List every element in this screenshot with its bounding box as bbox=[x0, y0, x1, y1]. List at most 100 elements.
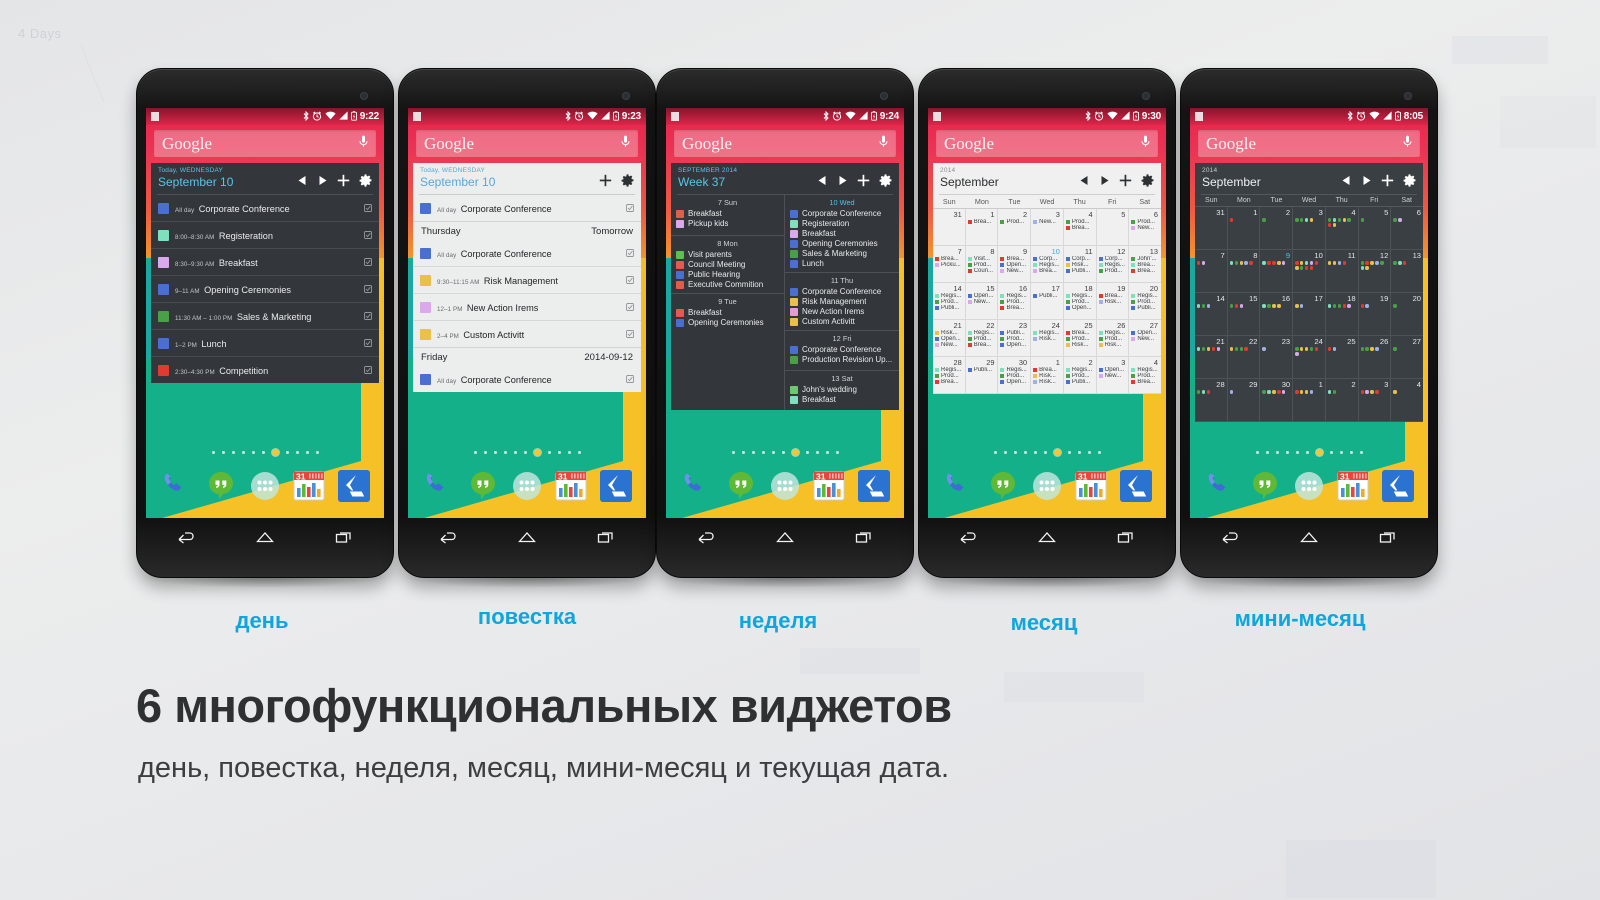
month-day-cell[interactable]: 30 Regis... Prod... Open... bbox=[998, 357, 1032, 394]
back-icon[interactable] bbox=[438, 530, 458, 549]
back-icon[interactable] bbox=[958, 530, 978, 549]
month-event[interactable]: New... bbox=[1033, 219, 1062, 225]
page-indicator-dot[interactable] bbox=[1097, 451, 1101, 454]
mini-day-cell[interactable]: 28 bbox=[1195, 379, 1228, 422]
google-search-widget[interactable]: Google bbox=[674, 130, 896, 157]
month-day-cell[interactable]: 13 John'... Brea... Brea... bbox=[1129, 246, 1161, 282]
dock-phone-icon[interactable] bbox=[679, 469, 713, 503]
dock-calendar-icon[interactable]: 31 bbox=[812, 469, 846, 503]
month-event[interactable]: Publi... bbox=[1065, 268, 1095, 274]
month-day-cell[interactable]: 19 Brea... Risk... bbox=[1097, 283, 1130, 320]
mini-day-cell[interactable]: 8 bbox=[1228, 250, 1261, 293]
page-indicator-dot[interactable] bbox=[1053, 449, 1061, 456]
week-day-cell[interactable]: 12 Fri Corporate Conference Production R… bbox=[785, 330, 899, 370]
page-indicator-dot[interactable] bbox=[261, 451, 265, 454]
month-event[interactable]: Open... bbox=[1065, 305, 1095, 311]
phone-screen[interactable]: 9:22 Google Today, WEDNESDAY September 1… bbox=[146, 108, 384, 518]
dock-scanner-icon[interactable] bbox=[1381, 469, 1415, 503]
dock-phone-icon[interactable] bbox=[421, 469, 455, 503]
page-indicator-dot[interactable] bbox=[805, 451, 809, 454]
page-indicator-dot[interactable] bbox=[993, 451, 997, 454]
page-indicator-dot[interactable] bbox=[1077, 451, 1081, 454]
mini-day-cell[interactable]: 25 bbox=[1326, 336, 1359, 379]
page-indicator-dot[interactable] bbox=[533, 449, 541, 456]
dock-hangouts-icon[interactable] bbox=[466, 469, 500, 503]
page-indicator-dot[interactable] bbox=[1023, 451, 1027, 454]
month-day-cell[interactable]: 28 Regis... Prod... Brea... bbox=[933, 357, 966, 394]
page-indicator-dot[interactable] bbox=[815, 451, 819, 454]
month-event[interactable]: Brea... bbox=[1131, 379, 1160, 385]
month-day-cell[interactable]: 29 Publi... bbox=[966, 357, 999, 394]
page-indicator-dot[interactable] bbox=[751, 451, 755, 454]
week-widget[interactable]: SEPTEMBER 2014 Week 37 7 Sun Breakfast P… bbox=[671, 163, 899, 411]
month-event[interactable]: New... bbox=[1131, 336, 1160, 342]
month-event[interactable]: Brea... bbox=[935, 379, 964, 385]
mini-day-cell[interactable]: 1 bbox=[1293, 379, 1326, 422]
month-day-cell[interactable]: 8 Visit... Prod... Coun... bbox=[966, 246, 999, 283]
mini-day-cell[interactable]: 3 bbox=[1359, 379, 1392, 422]
event-row[interactable]: All day Corporate Conference bbox=[413, 195, 641, 221]
recents-icon[interactable] bbox=[1378, 530, 1398, 549]
week-event[interactable]: Risk Management bbox=[790, 297, 894, 306]
dock-app-drawer-icon[interactable] bbox=[510, 469, 544, 503]
page-indicator-dot[interactable] bbox=[1359, 451, 1363, 454]
month-day-cell[interactable]: 2 Prod... bbox=[998, 209, 1032, 246]
month-day-cell[interactable]: 1 Brea... Risk... Risk... bbox=[1031, 357, 1064, 394]
mini-day-cell[interactable]: 2 bbox=[1260, 207, 1294, 250]
mini-day-cell[interactable]: 19 bbox=[1359, 293, 1392, 336]
page-indicator-dot[interactable] bbox=[503, 451, 507, 454]
page-indicator-dot[interactable] bbox=[1329, 451, 1333, 454]
month-day-cell[interactable]: 18 Regis... Prod... Open... bbox=[1064, 283, 1097, 320]
mini-day-cell[interactable]: 22 bbox=[1228, 336, 1261, 379]
mini-day-cell[interactable]: 9 bbox=[1260, 250, 1294, 293]
home-icon[interactable] bbox=[517, 530, 537, 549]
week-event[interactable]: Custom Activitt bbox=[790, 317, 894, 326]
page-indicator-dot[interactable] bbox=[1087, 451, 1091, 454]
back-icon[interactable] bbox=[1220, 530, 1240, 549]
month-event[interactable]: Brea... bbox=[1131, 268, 1160, 274]
page-indicator-dot[interactable] bbox=[1315, 449, 1323, 456]
month-day-cell[interactable]: 25 Brea... Prod... Risk... bbox=[1064, 320, 1097, 357]
dock-hangouts-icon[interactable] bbox=[986, 469, 1020, 503]
dock-app-drawer-icon[interactable] bbox=[768, 469, 802, 503]
month-day-cell[interactable]: 15 Open... New... bbox=[966, 283, 999, 320]
mini-day-cell[interactable]: 24 bbox=[1293, 336, 1326, 379]
page-indicator-dot[interactable] bbox=[547, 451, 551, 454]
month-event[interactable]: Prod... bbox=[1000, 219, 1029, 225]
month-day-cell[interactable]: 5 bbox=[1097, 209, 1130, 246]
home-icon[interactable] bbox=[255, 530, 275, 549]
page-indicator-dot[interactable] bbox=[493, 451, 497, 454]
settings-button[interactable] bbox=[1141, 174, 1154, 188]
week-event[interactable]: John's wedding bbox=[790, 385, 894, 394]
week-day-cell[interactable]: 9 Tue Breakfast Opening Ceremonies bbox=[671, 293, 784, 333]
dock-hangouts-icon[interactable] bbox=[204, 469, 238, 503]
page-indicator-dot[interactable] bbox=[251, 451, 255, 454]
page-indicator-dot[interactable] bbox=[771, 451, 775, 454]
event-row[interactable]: All day Corporate Conference bbox=[413, 240, 641, 266]
page-indicator-dot[interactable] bbox=[513, 451, 517, 454]
week-event[interactable]: Council Meeting bbox=[676, 260, 779, 269]
month-event[interactable]: Risk... bbox=[1098, 299, 1128, 305]
dock-scanner-icon[interactable] bbox=[599, 469, 633, 503]
week-day-cell[interactable]: 10 Wed Corporate Conference Registeratio… bbox=[785, 195, 899, 272]
event-row[interactable]: 1–2 PM Lunch bbox=[151, 329, 379, 356]
mini-day-cell[interactable]: 10 bbox=[1293, 250, 1326, 293]
month-event[interactable]: Prod... bbox=[1098, 268, 1128, 274]
month-day-cell[interactable]: 3 Open... New... bbox=[1097, 357, 1130, 394]
month-day-cell[interactable]: 9 Brea... Open... New... bbox=[998, 246, 1032, 283]
next-button[interactable] bbox=[317, 175, 328, 186]
event-row[interactable]: All day Corporate Conference bbox=[413, 366, 641, 392]
month-day-cell[interactable]: 17 Publi... bbox=[1031, 283, 1064, 320]
mini-day-cell[interactable]: 29 bbox=[1228, 379, 1261, 422]
month-day-cell[interactable]: 22 Regis... Prod... Brea... bbox=[966, 320, 999, 357]
dock-scanner-icon[interactable] bbox=[857, 469, 891, 503]
settings-button[interactable] bbox=[621, 174, 634, 188]
month-day-cell[interactable]: 4 Regis... Prod... Brea... bbox=[1129, 357, 1161, 393]
page-indicator-dot[interactable] bbox=[473, 451, 477, 454]
month-day-cell[interactable]: 31 bbox=[933, 209, 966, 246]
page-indicator-dot[interactable] bbox=[781, 451, 785, 454]
mini-day-cell[interactable]: 4 bbox=[1326, 207, 1359, 250]
month-day-cell[interactable]: 4 Prod... Brea... bbox=[1064, 209, 1097, 246]
week-event[interactable]: Visit parents bbox=[676, 250, 779, 259]
week-event[interactable]: Opening Ceremonies bbox=[790, 239, 894, 248]
